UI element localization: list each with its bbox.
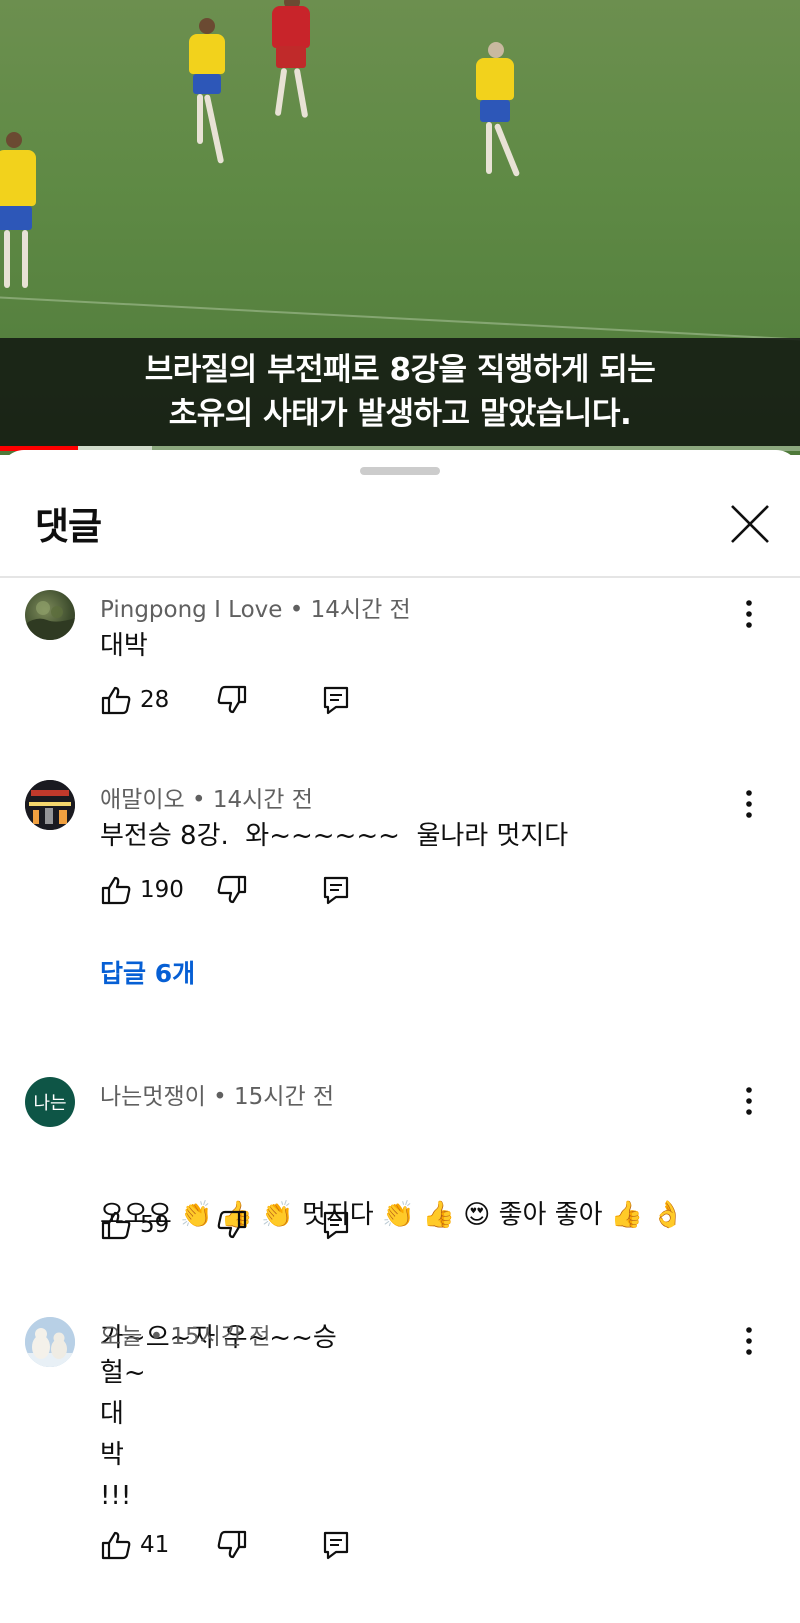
thumbs-down-icon (217, 685, 247, 714)
avatar[interactable] (25, 1317, 75, 1367)
meta-separator: • (184, 787, 213, 813)
like-button[interactable]: 190 (100, 870, 184, 910)
more-options-button[interactable] (736, 1323, 762, 1359)
thumbs-up-icon (101, 686, 131, 715)
comment-time: 15시간 전 (170, 1324, 271, 1350)
avatar[interactable] (25, 590, 75, 640)
thumbs-up-icon (101, 1531, 131, 1560)
like-count: 41 (140, 1532, 170, 1558)
more-vert-icon (746, 790, 752, 818)
thumbs-down-icon (217, 875, 247, 904)
avatar-initials: 나는 (33, 1093, 67, 1114)
more-options-button[interactable] (736, 786, 762, 822)
video-subtitle: 브라질의 부전패로 8강을 직행하게 되는 초유의 사태가 발생하고 말았습니다… (0, 338, 800, 446)
like-count: 190 (140, 877, 184, 903)
comment-actions: 41 (100, 1525, 360, 1565)
polar-bears-avatar-image (25, 1317, 75, 1367)
close-icon (731, 505, 769, 543)
meta-separator: • (142, 1324, 171, 1350)
like-button[interactable]: 59 (100, 1205, 169, 1245)
thumbs-up-icon (101, 876, 131, 905)
close-button[interactable] (728, 502, 772, 546)
more-vert-icon (746, 1087, 752, 1115)
comment-reply-icon (323, 1531, 349, 1560)
reply-button[interactable] (322, 1525, 350, 1565)
comment-meta: 나는멋쟁이 • 15시간 전 (100, 1077, 334, 1111)
thumbs-down-icon (217, 1210, 247, 1239)
dislike-button[interactable] (216, 1205, 248, 1245)
comment-text: 헐~ 대 박 !!! (100, 1358, 146, 1511)
like-button[interactable]: 28 (100, 680, 169, 720)
thumbs-up-icon (101, 1211, 131, 1240)
comment-text: 대박 (100, 631, 148, 661)
comment-actions: 190 (100, 870, 360, 910)
comment-reply-icon (323, 876, 349, 905)
like-count: 28 (140, 687, 170, 713)
reply-button[interactable] (322, 1205, 350, 1245)
meta-separator: • (282, 597, 311, 623)
comment-meta: 애말이오 • 14시간 전 (100, 780, 313, 814)
comment-author[interactable]: 애말이오 (100, 787, 185, 813)
reply-button[interactable] (322, 870, 350, 910)
avatar[interactable]: 나는 (25, 1077, 75, 1127)
header-divider (0, 576, 800, 578)
more-vert-icon (746, 600, 752, 628)
like-count: 59 (140, 1212, 170, 1238)
pitch-line (0, 294, 800, 344)
comment-text: 부전승 8강. 와~~~~~~ 울나라 멋지다 (100, 821, 569, 851)
comment-meta: Pingpong I Love • 14시간 전 (100, 590, 411, 624)
comment-actions: 59 (100, 1205, 360, 1245)
drag-handle[interactable] (360, 467, 440, 475)
more-options-button[interactable] (736, 1083, 762, 1119)
comment-time: 15시간 전 (234, 1084, 335, 1110)
comment-reply-icon (323, 1211, 349, 1240)
comments-title: 댓글 (35, 505, 102, 548)
comment-meta: 오늘 • 15시간 전 (100, 1317, 271, 1351)
dislike-button[interactable] (216, 1525, 248, 1565)
comment-text: 오오오 👏 👍 👏 멋지다 👏 👍 😍 좋아 좋아 👍 👌 가~으~자 우~~~… (100, 1113, 684, 1441)
comments-sheet: 댓글 Pingpong I Love • 14시간 전 대박 28 애말이오 •… (0, 450, 800, 1623)
dislike-button[interactable] (216, 680, 248, 720)
subtitle-line-2: 초유의 사태가 발생하고 말았습니다. (168, 396, 632, 432)
thumbs-down-icon (217, 1530, 247, 1559)
video-player[interactable]: 브라질의 부전패로 8강을 직행하게 되는 초유의 사태가 발생하고 말았습니다… (0, 0, 800, 455)
landscape-avatar-image (25, 601, 75, 640)
comment-reply-icon (323, 686, 349, 715)
comment-author[interactable]: 오늘 (100, 1324, 142, 1350)
comment-actions: 28 (100, 680, 360, 720)
comment-time: 14시간 전 (212, 787, 313, 813)
comment-author[interactable]: 나는멋쟁이 (100, 1084, 206, 1110)
avatar[interactable] (25, 780, 75, 830)
night-city-avatar-image (25, 780, 75, 830)
more-options-button[interactable] (736, 596, 762, 632)
view-replies-link[interactable]: 답글 6개 (100, 954, 195, 990)
subtitle-line-1: 브라질의 부전패로 8강을 직행하게 되는 (144, 352, 656, 388)
reply-button[interactable] (322, 680, 350, 720)
dislike-button[interactable] (216, 870, 248, 910)
comment-author[interactable]: Pingpong I Love (100, 597, 282, 623)
meta-separator: • (205, 1084, 235, 1110)
like-button[interactable]: 41 (100, 1525, 169, 1565)
comment-time: 14시간 전 (310, 597, 411, 623)
more-vert-icon (746, 1327, 752, 1355)
